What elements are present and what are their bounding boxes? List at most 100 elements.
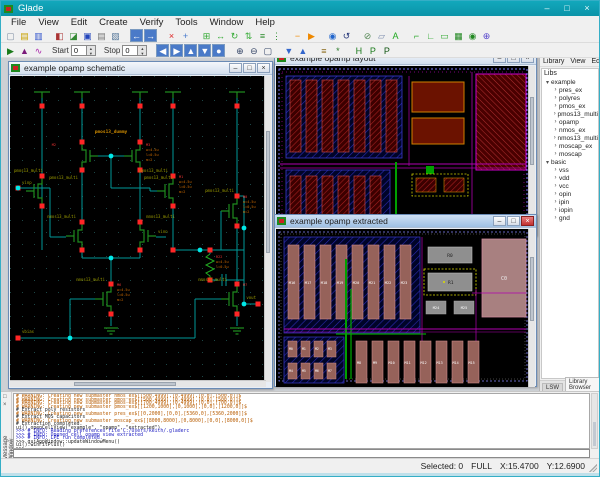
layout-canvas[interactable] bbox=[276, 66, 530, 236]
close-panel-icon[interactable]: × bbox=[3, 402, 7, 408]
save-icon[interactable]: ▥ bbox=[32, 28, 45, 42]
horizontal-scrollbar[interactable] bbox=[10, 380, 266, 387]
print-icon[interactable]: ▤ bbox=[95, 28, 108, 42]
descend-hier-icon[interactable]: ▼ bbox=[282, 43, 296, 57]
close-icon[interactable]: × bbox=[521, 216, 534, 226]
console-log[interactable]: # WARNING: Creating new submaster nmos_e… bbox=[13, 393, 590, 449]
tab-lsw[interactable]: LSW bbox=[542, 383, 564, 391]
menu-window[interactable]: Window bbox=[204, 17, 250, 28]
restore-icon[interactable]: □ bbox=[507, 216, 520, 226]
menu-tools[interactable]: Tools bbox=[169, 17, 203, 28]
tree-item[interactable]: › gnd bbox=[544, 214, 598, 222]
message-window-tab[interactable]: □ × Message Window bbox=[1, 392, 15, 460]
menu-file[interactable]: File bbox=[5, 17, 32, 28]
zoom-box-icon[interactable]: ▢ bbox=[261, 43, 275, 57]
tree-item[interactable]: › opamp bbox=[544, 118, 598, 126]
pan-down-icon[interactable]: ▼ bbox=[198, 43, 212, 57]
close-icon[interactable]: × bbox=[577, 1, 597, 16]
extracted-canvas[interactable]: M16 M17 M18 M19 M20 M21 M22 M23 R0 R1 C0 M24 bbox=[276, 229, 530, 387]
measure-icon[interactable]: ▶ bbox=[305, 28, 318, 42]
schematic-canvas[interactable]: pmos13_dummy pmos13_multi pmos13_multi p… bbox=[10, 76, 266, 382]
hierarchy-h-icon[interactable]: H bbox=[352, 43, 366, 57]
float-panel-icon[interactable]: □ bbox=[3, 394, 7, 400]
schematic-window[interactable]: example opamp schematic – □ × pmos13_dum… bbox=[8, 61, 273, 389]
tree-item[interactable]: › nmos13_multi bbox=[544, 134, 598, 142]
menu-create[interactable]: Create bbox=[93, 17, 134, 28]
tree-item[interactable]: › moscap bbox=[544, 150, 598, 158]
stretch-icon[interactable]: ↔ bbox=[214, 28, 227, 42]
layout-window-titlebar[interactable]: example opamp layout – □ × bbox=[275, 58, 536, 65]
tab-library-browser[interactable]: Library Browser bbox=[565, 377, 599, 391]
start-stepper[interactable]: ▴ ▾ bbox=[86, 44, 96, 56]
close-icon[interactable]: × bbox=[257, 63, 270, 73]
delete-icon[interactable]: × bbox=[165, 28, 178, 42]
library-menu-library[interactable]: Library bbox=[540, 58, 567, 65]
tree-item[interactable]: › iopin bbox=[544, 206, 598, 214]
menu-verify[interactable]: Verify bbox=[134, 17, 170, 28]
maximize-icon[interactable]: □ bbox=[557, 1, 577, 16]
layout-window[interactable]: example opamp layout – □ × bbox=[274, 58, 537, 236]
library-menu-edit[interactable]: Edit bbox=[588, 58, 599, 65]
console-scrollbar[interactable] bbox=[591, 393, 598, 449]
move-icon[interactable]: + bbox=[179, 28, 192, 42]
new-icon[interactable]: ▢ bbox=[4, 28, 17, 42]
menu-view[interactable]: View bbox=[32, 17, 64, 28]
menu-help[interactable]: Help bbox=[249, 17, 281, 28]
probe-p2-icon[interactable]: P bbox=[380, 43, 394, 57]
ruler-icon[interactable]: − bbox=[291, 28, 304, 42]
probe-p1-icon[interactable]: P bbox=[366, 43, 380, 57]
flip-icon[interactable]: ⇅ bbox=[242, 28, 255, 42]
vertical-scrollbar[interactable] bbox=[264, 76, 271, 382]
start-value[interactable]: 0 bbox=[70, 44, 87, 56]
world-view-icon[interactable]: ◉ bbox=[326, 28, 339, 42]
stop-stepper[interactable]: ▴ ▾ bbox=[138, 44, 148, 56]
pin-icon[interactable]: ◉ bbox=[466, 28, 479, 42]
zoom-in-icon[interactable]: ⊕ bbox=[233, 43, 247, 57]
minimize-icon[interactable]: – bbox=[537, 1, 557, 16]
down-arrow-icon[interactable]: ▾ bbox=[87, 51, 95, 56]
undo-icon[interactable]: ← bbox=[130, 28, 143, 42]
tree-item[interactable]: › vss bbox=[544, 166, 598, 174]
tree-item[interactable]: › pmos13_multi bbox=[544, 110, 598, 118]
pan-up-icon[interactable]: ▲ bbox=[184, 43, 198, 57]
start-spinbox[interactable]: Start 0 ▴ ▾ bbox=[52, 44, 96, 56]
polygon-icon[interactable]: ∟ bbox=[424, 28, 437, 42]
copy-icon[interactable]: ⊞ bbox=[200, 28, 213, 42]
export-icon[interactable]: ◪ bbox=[67, 28, 80, 42]
tree-item[interactable]: › pres_ex bbox=[544, 86, 598, 94]
close-icon[interactable]: × bbox=[521, 58, 534, 63]
restore-icon[interactable]: □ bbox=[243, 63, 256, 73]
pan-left-icon[interactable]: ◀ bbox=[156, 43, 170, 57]
schematic-window-titlebar[interactable]: example opamp schematic – □ × bbox=[9, 62, 272, 75]
tree-item-example[interactable]: ▾ example bbox=[544, 78, 598, 86]
note-icon[interactable]: ▱ bbox=[375, 28, 388, 42]
library-menu-view[interactable]: View bbox=[567, 58, 588, 65]
capture-icon[interactable]: ▧ bbox=[109, 28, 122, 42]
console-input[interactable] bbox=[13, 449, 590, 458]
restore-icon[interactable]: □ bbox=[507, 58, 520, 63]
vertical-scrollbar[interactable] bbox=[528, 66, 535, 236]
import-icon[interactable]: ◧ bbox=[53, 28, 66, 42]
redo-icon[interactable]: → bbox=[144, 28, 157, 42]
stop-value[interactable]: 0 bbox=[122, 44, 139, 56]
tree-item[interactable]: › polyres bbox=[544, 94, 598, 102]
lvs-icon[interactable]: * bbox=[331, 43, 345, 57]
tree-item[interactable]: › moscap_ex bbox=[544, 142, 598, 150]
rectangle-icon[interactable]: ▭ bbox=[438, 28, 451, 42]
fit-view-icon[interactable]: ● bbox=[212, 43, 226, 57]
pan-right-icon[interactable]: ▶ bbox=[170, 43, 184, 57]
down-arrow-icon[interactable]: ▾ bbox=[138, 51, 146, 56]
extracted-window[interactable]: example opamp extracted – □ × M16 M17 M1… bbox=[274, 214, 537, 387]
tree-item[interactable]: › pmos_ex bbox=[544, 102, 598, 110]
run-drc-icon[interactable]: ▶ bbox=[4, 43, 17, 57]
text-label-icon[interactable]: A bbox=[389, 28, 402, 42]
open-icon[interactable]: ▤ bbox=[18, 28, 31, 42]
zoom-out-icon[interactable]: ⊖ bbox=[247, 43, 261, 57]
resize-grip[interactable] bbox=[589, 464, 597, 472]
stop-spinbox[interactable]: Stop 0 ▴ ▾ bbox=[104, 44, 148, 56]
menu-edit[interactable]: Edit bbox=[65, 17, 93, 28]
instance-icon[interactable]: ⊕ bbox=[480, 28, 493, 42]
no-edit-icon[interactable]: ⊘ bbox=[361, 28, 374, 42]
redraw-icon[interactable]: ↺ bbox=[340, 28, 353, 42]
minimize-icon[interactable]: – bbox=[229, 63, 242, 73]
